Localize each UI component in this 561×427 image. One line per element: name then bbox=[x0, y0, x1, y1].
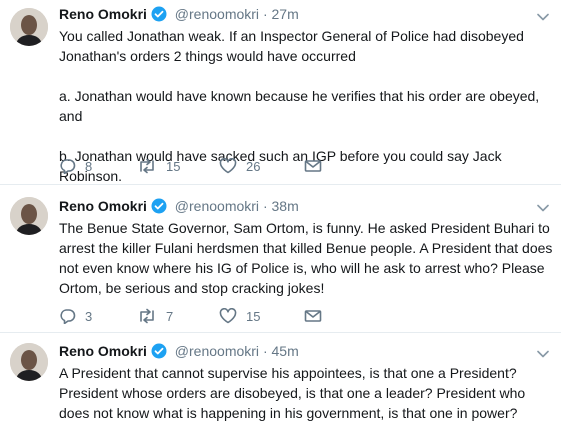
reply-count: 3 bbox=[85, 308, 93, 324]
profile-photo-icon bbox=[10, 8, 48, 46]
chevron-down-icon[interactable] bbox=[537, 199, 549, 217]
profile-photo-icon bbox=[10, 197, 48, 235]
direct-message-button[interactable] bbox=[304, 156, 322, 176]
retweet-button[interactable]: 7 bbox=[137, 306, 173, 326]
author-handle[interactable]: @renoomokri bbox=[175, 198, 259, 214]
envelope-icon bbox=[304, 160, 322, 172]
like-button[interactable]: 26 bbox=[219, 156, 260, 176]
timestamp[interactable]: 45m bbox=[272, 343, 299, 359]
author-handle[interactable]: @renoomokri bbox=[175, 6, 259, 22]
retweet-count: 15 bbox=[166, 158, 181, 174]
retweet-count: 7 bbox=[166, 308, 174, 324]
avatar[interactable] bbox=[10, 343, 48, 381]
retweet-button[interactable]: 15 bbox=[137, 156, 180, 176]
timestamp[interactable]: 38m bbox=[272, 198, 299, 214]
tweet-2[interactable]: Reno Omokri @renoomokri · 38m The Benue … bbox=[0, 185, 561, 333]
tweet-1[interactable]: Reno Omokri @renoomokri · 27m You called… bbox=[0, 0, 561, 185]
chevron-down-icon[interactable] bbox=[537, 8, 549, 26]
direct-message-button[interactable] bbox=[304, 306, 322, 326]
tweet-text: A President that cannot supervise his ap… bbox=[59, 365, 530, 421]
avatar[interactable] bbox=[10, 197, 48, 235]
reply-button[interactable]: 8 bbox=[59, 156, 92, 176]
like-count: 15 bbox=[246, 308, 261, 324]
tweet-text: The Benue State Governor, Sam Ortom, is … bbox=[59, 220, 557, 296]
reply-button[interactable]: 3 bbox=[59, 306, 92, 326]
author-name[interactable]: Reno Omokri bbox=[59, 343, 147, 359]
verified-badge-icon bbox=[151, 343, 167, 364]
verified-badge-icon bbox=[151, 6, 167, 27]
like-button[interactable]: 15 bbox=[219, 306, 260, 326]
heart-icon bbox=[219, 308, 237, 324]
tweet-3[interactable]: Reno Omokri @renoomokri · 45m A Presiden… bbox=[0, 333, 561, 427]
author-handle[interactable]: @renoomokri bbox=[175, 343, 259, 359]
reply-icon bbox=[60, 309, 76, 324]
timestamp[interactable]: 27m bbox=[272, 6, 299, 22]
reply-icon bbox=[60, 159, 76, 174]
separator-dot: · bbox=[262, 343, 268, 359]
retweet-icon bbox=[140, 308, 154, 324]
author-name[interactable]: Reno Omokri bbox=[59, 6, 147, 22]
separator-dot: · bbox=[262, 6, 268, 22]
chevron-down-icon[interactable] bbox=[537, 345, 549, 363]
retweet-icon bbox=[140, 158, 154, 174]
verified-badge-icon bbox=[151, 198, 167, 219]
author-name[interactable]: Reno Omokri bbox=[59, 198, 147, 214]
separator-dot: · bbox=[262, 198, 268, 214]
envelope-icon bbox=[304, 310, 322, 322]
reply-count: 8 bbox=[85, 158, 93, 174]
heart-icon bbox=[219, 158, 237, 174]
avatar[interactable] bbox=[10, 8, 48, 46]
like-count: 26 bbox=[246, 158, 261, 174]
profile-photo-icon bbox=[10, 343, 48, 381]
